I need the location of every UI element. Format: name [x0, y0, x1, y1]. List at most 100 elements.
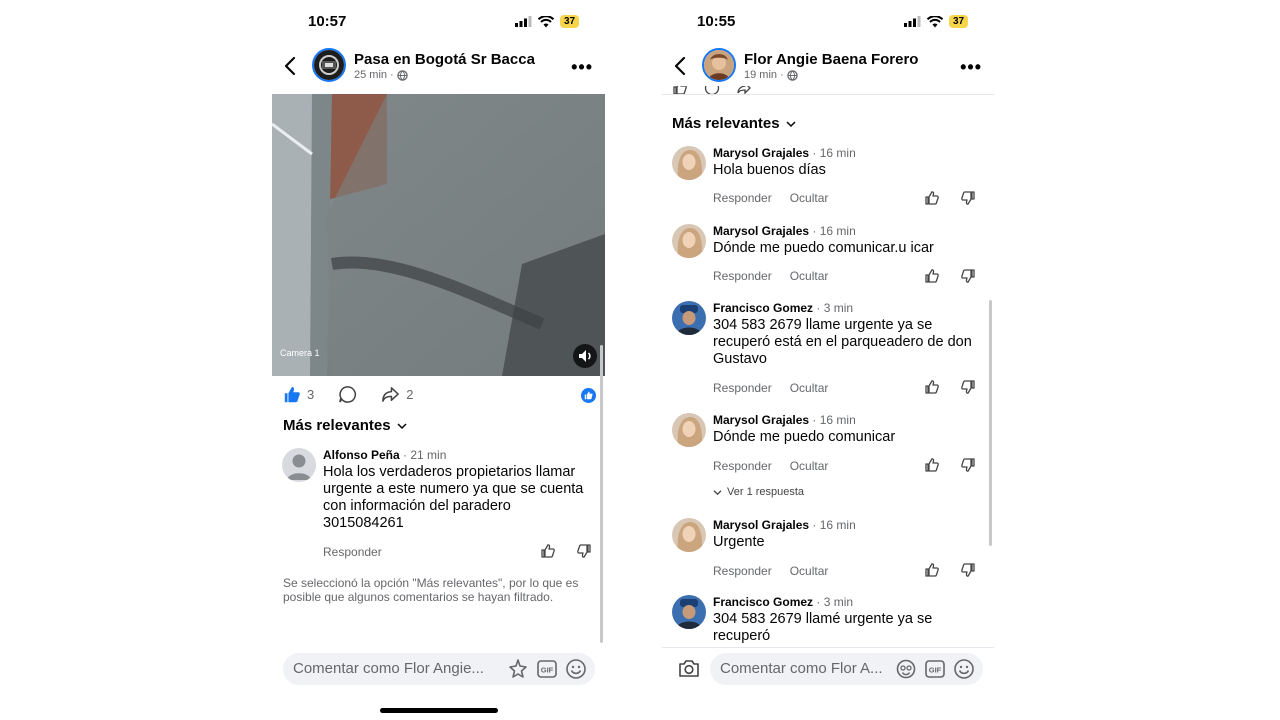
back-arrow-icon[interactable]	[674, 56, 686, 76]
meta-separator: ·	[390, 69, 394, 81]
commenter-avatar[interactable]	[672, 146, 706, 180]
right-phone-screen: 10:55 37 Flor Angie Baena Forero 19 min …	[662, 0, 994, 720]
reaction-bar: 3 2	[283, 385, 413, 404]
reply-button[interactable]: Responder	[713, 564, 772, 578]
downvote-icon[interactable]	[576, 543, 592, 559]
comment-time: 16 min	[819, 413, 856, 427]
reply-button[interactable]: Responder	[713, 269, 772, 283]
comment-icon[interactable]	[338, 385, 357, 404]
comment-separator: ·	[813, 301, 824, 315]
comment-input[interactable]: Comentar como Flor A...	[720, 660, 883, 677]
post-video[interactable]: Camera 1	[272, 94, 605, 376]
upvote-icon[interactable]	[540, 543, 556, 559]
reply-button[interactable]: Responder	[713, 191, 772, 205]
downvote-icon[interactable]	[960, 562, 976, 578]
status-bar: 10:57 37	[272, 13, 605, 33]
avatar-sticker-icon[interactable]	[895, 658, 917, 680]
commenter-avatar[interactable]	[672, 413, 706, 447]
comment-input[interactable]: Comentar como Flor Angie...	[293, 660, 484, 677]
commenter-avatar[interactable]	[672, 518, 706, 552]
like-icon[interactable]	[283, 386, 301, 404]
gif-icon[interactable]: GIF	[536, 658, 558, 680]
profile-avatar[interactable]	[702, 48, 736, 82]
more-options-icon[interactable]: •••	[960, 57, 982, 78]
comment-author[interactable]: Marysol Grajales	[713, 518, 809, 532]
downvote-icon[interactable]	[960, 457, 976, 473]
hide-button[interactable]: Ocultar	[790, 564, 829, 578]
comment-author[interactable]: Marysol Grajales	[713, 146, 809, 160]
emoji-icon[interactable]	[565, 658, 587, 680]
reply-button[interactable]: Responder	[713, 381, 772, 395]
comment-actions: Responder Ocultar	[713, 191, 828, 205]
comment-author[interactable]: Marysol Grajales	[713, 413, 809, 427]
comment-time: 3 min	[823, 301, 854, 315]
comment-time: 16 min	[819, 146, 856, 160]
reply-button[interactable]: Responder	[323, 545, 382, 559]
upvote-icon[interactable]	[924, 457, 940, 473]
comment-header: Alfonso Peña · 21 min	[323, 448, 446, 462]
divider	[662, 94, 994, 95]
avatar-sticker-icon[interactable]	[507, 658, 529, 680]
comment-author[interactable]: Francisco Gomez	[713, 301, 813, 315]
cellular-signal-icon	[515, 16, 532, 27]
comment-item: Alfonso Peña · 21 min Hola los verdadero…	[272, 448, 605, 568]
comment-header: Francisco Gomez · 3 min	[713, 595, 853, 609]
comment-separator: ·	[809, 146, 820, 160]
upvote-icon[interactable]	[924, 268, 940, 284]
commenter-avatar[interactable]	[672, 301, 706, 335]
view-replies-link[interactable]: Ver 1 respuesta	[713, 486, 804, 498]
downvote-icon[interactable]	[960, 379, 976, 395]
cellular-signal-icon	[904, 16, 921, 27]
downvote-icon[interactable]	[960, 268, 976, 284]
comment-author[interactable]: Marysol Grajales	[713, 224, 809, 238]
camera-icon[interactable]	[678, 658, 700, 678]
gif-icon[interactable]: GIF	[924, 658, 946, 680]
chevron-down-icon	[713, 489, 722, 495]
more-options-icon[interactable]: •••	[571, 57, 593, 78]
reply-button[interactable]: Responder	[713, 459, 772, 473]
upvote-icon[interactable]	[924, 379, 940, 395]
upvote-icon[interactable]	[924, 190, 940, 206]
comment-text: Dónde me puedo comunicar	[713, 429, 896, 445]
comment-header: Marysol Grajales · 16 min	[713, 413, 856, 427]
comment-separator: ·	[809, 518, 820, 532]
comment-header: Francisco Gomez · 3 min	[713, 301, 853, 315]
page-avatar[interactable]	[312, 48, 346, 82]
status-icons: 37	[904, 15, 969, 28]
share-icon[interactable]	[381, 385, 400, 404]
comment-filter-dropdown[interactable]: Más relevantes	[672, 115, 796, 132]
status-icons: 37	[515, 15, 580, 28]
volume-icon[interactable]	[573, 344, 597, 368]
upvote-icon[interactable]	[924, 562, 940, 578]
comment-time: 21 min	[410, 448, 447, 462]
commenter-avatar[interactable]	[672, 595, 706, 629]
emoji-icon[interactable]	[953, 658, 975, 680]
scrollbar[interactable]	[989, 300, 992, 546]
back-arrow-icon[interactable]	[284, 56, 296, 76]
scrollbar[interactable]	[600, 345, 603, 643]
downvote-icon[interactable]	[960, 190, 976, 206]
hide-button[interactable]: Ocultar	[790, 381, 829, 395]
page-name[interactable]: Pasa en Bogotá Sr Bacca	[354, 51, 535, 68]
post-header: Pasa en Bogotá Sr Bacca 25 min · •••	[272, 48, 605, 88]
comment-composer[interactable]: Comentar como Flor A... GIF	[710, 653, 983, 685]
profile-name[interactable]: Flor Angie Baena Forero	[744, 51, 918, 68]
comment-actions: Responder Ocultar	[713, 269, 828, 283]
comment-actions: Responder Ocultar	[713, 459, 828, 473]
comment-author[interactable]: Alfonso Peña	[323, 448, 400, 462]
comment-text: Hola los verdaderos propietarios llamar …	[323, 464, 584, 531]
comment-filter-dropdown[interactable]: Más relevantes	[283, 417, 407, 434]
commenter-avatar[interactable]	[672, 224, 706, 258]
hide-button[interactable]: Ocultar	[790, 459, 829, 473]
comment-time: 3 min	[823, 595, 854, 609]
globe-icon	[396, 69, 408, 81]
left-phone-screen: 10:57 37 Pasa en Bogotá Sr Bacca 25 min …	[272, 0, 605, 720]
chevron-down-icon	[786, 120, 796, 127]
wifi-icon	[538, 15, 554, 27]
post-meta: 19 min ·	[744, 69, 798, 81]
commenter-avatar[interactable]	[282, 448, 316, 482]
hide-button[interactable]: Ocultar	[790, 191, 829, 205]
hide-button[interactable]: Ocultar	[790, 269, 829, 283]
comment-composer[interactable]: Comentar como Flor Angie... GIF	[283, 653, 595, 685]
comment-author[interactable]: Francisco Gomez	[713, 595, 813, 609]
